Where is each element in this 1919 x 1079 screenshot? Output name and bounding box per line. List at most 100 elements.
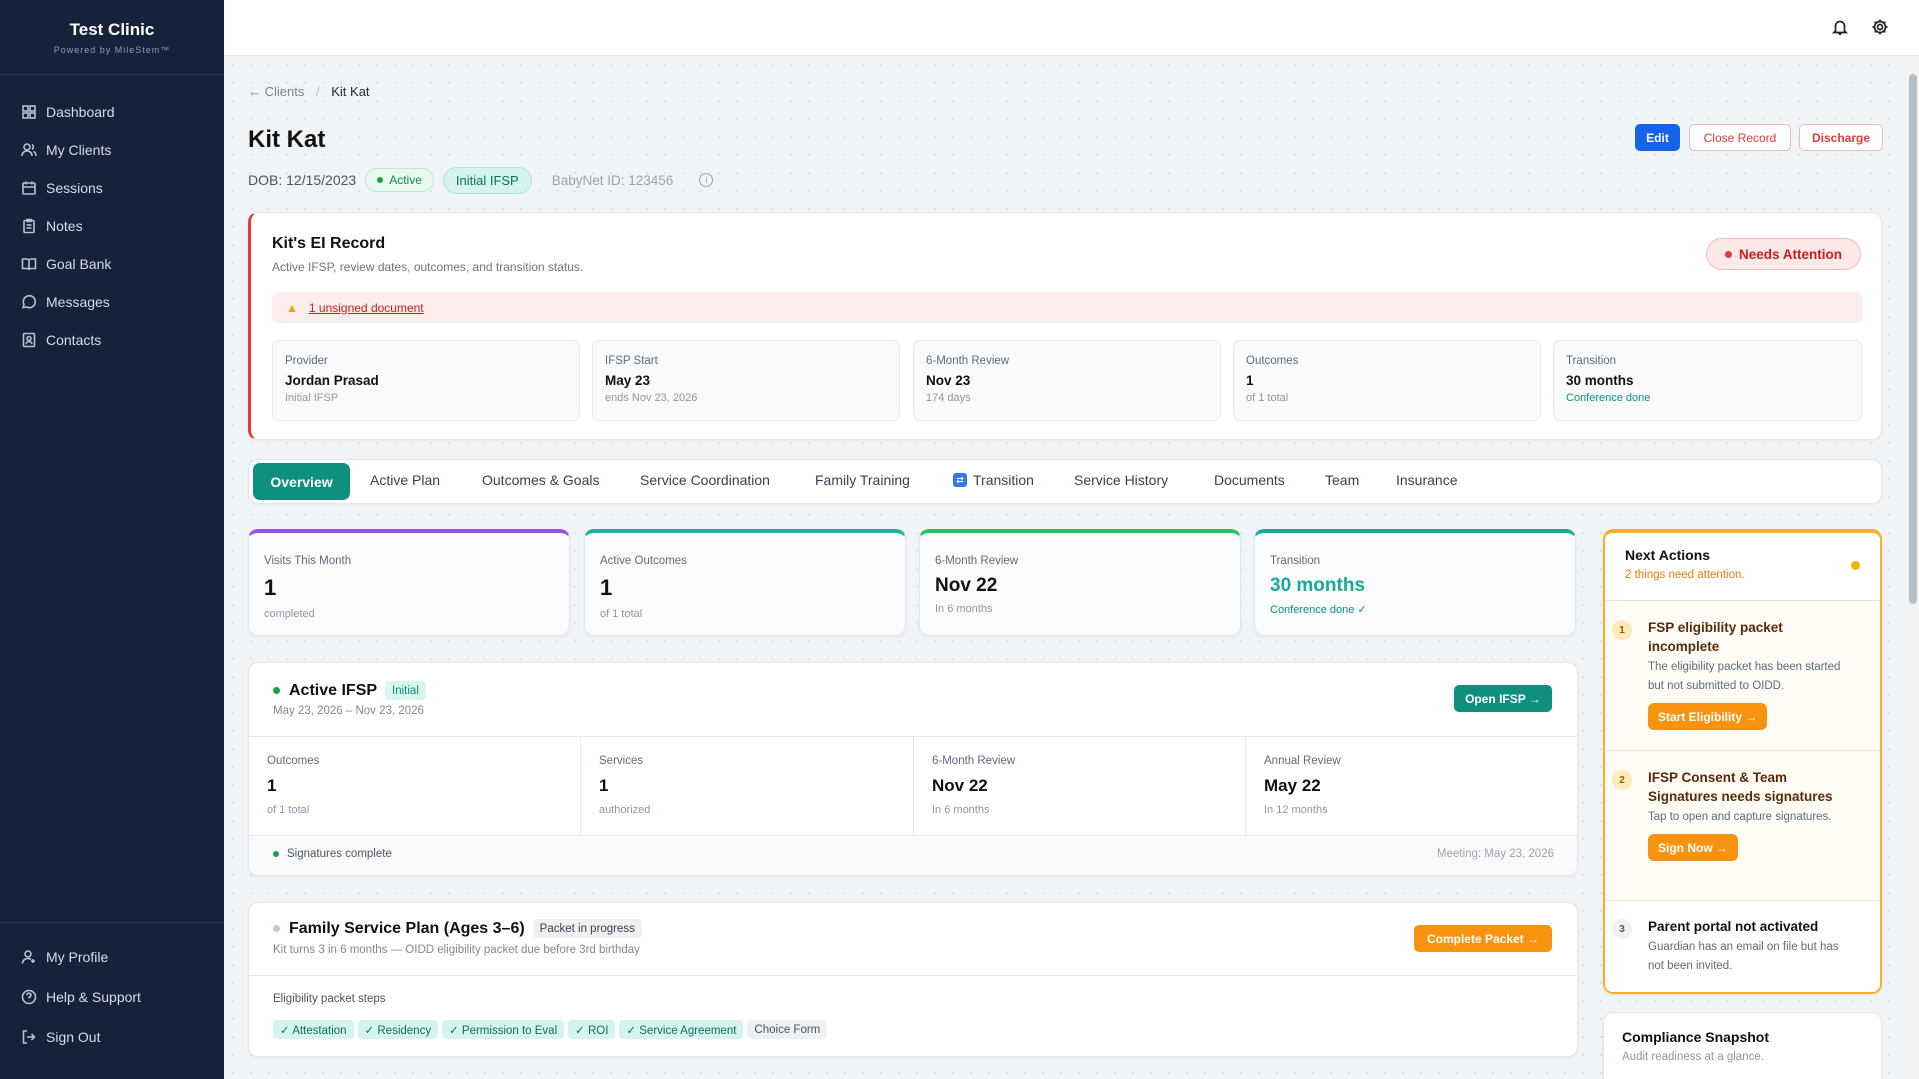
step-chip-roi[interactable]: ✓ ROI — [568, 1020, 616, 1039]
info-icon[interactable]: i — [699, 173, 714, 187]
sign-now-button[interactable]: Sign Now → — [1648, 834, 1738, 861]
stat-value: 1 — [600, 575, 613, 600]
ifsp-footer — [249, 835, 1577, 875]
action-description: Guardian has an email on file but has no… — [1648, 941, 1839, 972]
sidebar-item-label: Sign Out — [46, 1029, 101, 1045]
step-chip-choice-form[interactable]: Choice Form — [747, 1020, 828, 1039]
tab-insurance[interactable]: Insurance — [1396, 472, 1457, 488]
breadcrumb-back-link[interactable]: ← Clients — [248, 84, 304, 99]
brand: Test Clinic Powered by MileStem™ — [0, 0, 224, 75]
stat-value: 1 — [264, 575, 277, 600]
sidebar-item-label: Goal Bank — [46, 256, 112, 272]
record-card-label: IFSP Start — [605, 355, 658, 367]
contacts-icon — [22, 332, 36, 348]
ifsp-col-annual-review: Annual Review May 22 In 12 months — [1246, 736, 1577, 835]
users-icon — [21, 143, 37, 157]
record-card-value: 1 — [1246, 373, 1254, 388]
action-title: IFSP Consent & Team Signatures needs sig… — [1648, 770, 1833, 804]
ifsp-col-value: 1 — [599, 776, 609, 795]
sidebar-item-messages[interactable]: Messages — [0, 283, 224, 321]
sidebar-item-help[interactable]: Help & Support — [0, 977, 224, 1017]
fsp-steps-label: Eligibility packet steps — [273, 993, 386, 1005]
fsp-header: Family Service Plan (Ages 3–6) Packet in… — [273, 919, 642, 938]
next-action-item-2[interactable]: 2 IFSP Consent & Team Signatures needs s… — [1612, 768, 1848, 861]
fsp-status-dot-icon — [273, 925, 280, 932]
tab-service-history[interactable]: Service History — [1074, 472, 1168, 488]
step-chip-permission-to-eval[interactable]: ✓ Permission to Eval — [442, 1020, 565, 1039]
next-action-item-3[interactable]: 3 Parent portal not activated Guardian h… — [1612, 917, 1848, 976]
ei-record-subtitle: Active IFSP, review dates, outcomes, and… — [272, 260, 584, 274]
record-card-sub: Conference done — [1566, 392, 1651, 404]
scrollbar-track[interactable] — [1906, 56, 1919, 1079]
action-number: 2 — [1612, 770, 1632, 790]
alert-banner: ▲ 1 unsigned document — [272, 292, 1862, 323]
complete-packet-button[interactable]: Complete Packet → — [1414, 925, 1552, 952]
tab-overview[interactable]: Overview — [253, 463, 350, 500]
sidebar-item-goal-bank[interactable]: Goal Bank — [0, 245, 224, 283]
signatures-dot-icon — [273, 851, 279, 857]
record-card-outcomes: Outcomes 1 of 1 total — [1233, 340, 1541, 421]
record-card-value: May 23 — [605, 373, 651, 388]
sidebar-item-notes[interactable]: Notes — [0, 207, 224, 245]
sidebar-item-my-profile[interactable]: My Profile — [0, 937, 224, 977]
warning-icon: ▲ — [286, 300, 298, 315]
compliance-subtitle: Audit readiness at a glance. — [1622, 1051, 1764, 1063]
tab-family-training[interactable]: Family Training — [815, 472, 910, 488]
sidebar-item-dashboard[interactable]: Dashboard — [0, 93, 224, 131]
step-chip-service-agreement[interactable]: ✓ Service Agreement — [619, 1020, 744, 1039]
record-card-sub: of 1 total — [1246, 392, 1289, 404]
sidebar-item-contacts[interactable]: Contacts — [0, 321, 224, 359]
stat-sub: In 6 months — [935, 603, 993, 615]
next-action-item-1[interactable]: 1 FSP eligibility packet incomplete The … — [1612, 618, 1848, 730]
sidebar-item-label: Notes — [46, 218, 83, 234]
sidebar-item-sessions[interactable]: Sessions — [0, 169, 224, 207]
settings-gear-icon[interactable] — [1871, 18, 1889, 36]
sidebar-item-label: Messages — [46, 294, 110, 310]
tab-transition[interactable]: ⇄ Transition — [953, 472, 1034, 488]
fsp-title: Family Service Plan (Ages 3–6) — [289, 919, 525, 937]
tab-documents[interactable]: Documents — [1214, 472, 1285, 488]
sidebar-item-my-clients[interactable]: My Clients — [0, 131, 224, 169]
ifsp-col-value: Nov 22 — [932, 776, 988, 795]
tab-outcomes-goals[interactable]: Outcomes & Goals — [482, 472, 600, 488]
stat-label: Active Outcomes — [600, 555, 687, 567]
edit-button[interactable]: Edit — [1635, 124, 1680, 151]
open-ifsp-button[interactable]: Open IFSP → — [1454, 685, 1552, 712]
breadcrumb-current: Kit Kat — [331, 84, 370, 99]
active-ifsp-header: Active IFSP Initial — [273, 681, 426, 700]
tab-team[interactable]: Team — [1325, 472, 1359, 488]
message-icon — [21, 294, 37, 309]
unsigned-document-link[interactable]: 1 unsigned document — [309, 301, 424, 315]
action-title: Parent portal not activated — [1648, 919, 1819, 934]
tab-service-coordination[interactable]: Service Coordination — [640, 472, 770, 488]
next-actions-subtitle: 2 things need attention. — [1625, 569, 1745, 581]
transition-tab-icon: ⇄ — [953, 473, 967, 487]
stat-label: Visits This Month — [264, 555, 352, 567]
discharge-button[interactable]: Discharge — [1799, 124, 1883, 151]
ifsp-col-value: 1 — [267, 776, 277, 795]
ifsp-col-sub: In 6 months — [932, 804, 990, 816]
step-chip-attestation[interactable]: ✓ Attestation — [273, 1020, 354, 1039]
stat-card-visits: Visits This Month 1 completed — [248, 529, 570, 636]
tab-active-plan[interactable]: Active Plan — [370, 472, 440, 488]
step-chip-residency[interactable]: ✓ Residency — [357, 1020, 439, 1039]
client-meta-row: DOB: 12/15/2023 Active Initial IFSP Baby… — [248, 166, 714, 194]
bell-icon[interactable] — [1831, 18, 1849, 36]
ei-record-title: Kit's EI Record — [272, 235, 386, 252]
scrollbar-thumb[interactable] — [1909, 74, 1917, 604]
brand-title: Test Clinic — [69, 20, 155, 39]
sidebar-item-sign-out[interactable]: Sign Out — [0, 1017, 224, 1057]
record-card-ifsp-start: IFSP Start May 23 ends Nov 23, 2026 — [592, 340, 900, 421]
close-record-button[interactable]: Close Record — [1689, 124, 1791, 151]
attention-dot-icon — [1851, 561, 1860, 570]
status-badge: Active — [365, 168, 434, 192]
record-card-sub: 174 days — [926, 392, 971, 404]
breadcrumb-separator: / — [315, 84, 320, 99]
ifsp-col-sub: authorized — [599, 804, 651, 816]
start-eligibility-button[interactable]: Start Eligibility → — [1648, 703, 1768, 730]
sidebar-item-label: Help & Support — [46, 989, 141, 1005]
ifsp-col-sub: In 12 months — [1264, 804, 1328, 816]
stat-sub: of 1 total — [600, 608, 643, 620]
sidebar-item-label: My Clients — [46, 142, 112, 158]
record-card-label: Transition — [1566, 355, 1617, 367]
